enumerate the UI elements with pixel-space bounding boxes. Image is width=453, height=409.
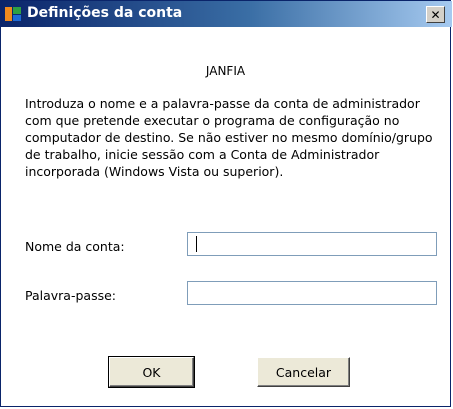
- close-icon: ✕: [430, 7, 441, 22]
- account-settings-dialog: Definições da conta ✕ JANFIA Introduza o…: [0, 0, 452, 407]
- app-icon: [5, 7, 21, 21]
- ok-button[interactable]: OK: [108, 356, 195, 388]
- account-name-input[interactable]: [187, 232, 437, 256]
- dialog-body: JANFIA Introduza o nome e a palavra-pass…: [1, 27, 450, 406]
- computer-name: JANFIA: [205, 64, 246, 78]
- title-bar[interactable]: Definições da conta ✕: [1, 1, 452, 27]
- window-title: Definições da conta: [27, 5, 183, 21]
- close-button[interactable]: ✕: [426, 6, 445, 23]
- password-label: Palavra-passe:: [25, 288, 116, 303]
- cancel-button[interactable]: Cancelar: [257, 357, 350, 387]
- account-name-label: Nome da conta:: [25, 239, 125, 254]
- instructions-text: Introduza o nome e a palavra-passe da co…: [25, 96, 433, 179]
- password-input[interactable]: [187, 281, 437, 305]
- text-caret: [196, 236, 197, 252]
